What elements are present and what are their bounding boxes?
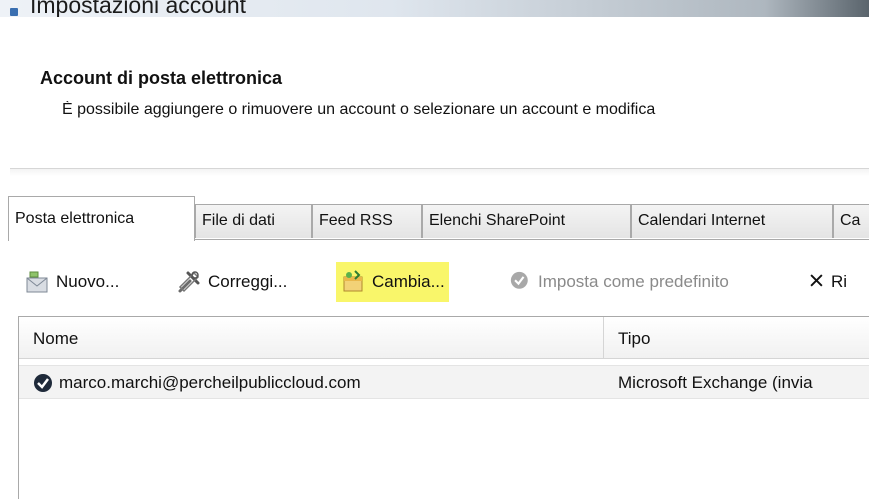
close-icon	[810, 274, 823, 287]
tab-file-di-dati[interactable]: File di dati	[195, 204, 312, 238]
change-account-icon	[343, 270, 363, 292]
tools-icon	[178, 271, 200, 293]
remove-account-label: Ri	[831, 272, 848, 291]
set-default-button[interactable]: Imposta come predefinito	[506, 262, 733, 302]
account-type-cell: Microsoft Exchange (invia	[618, 366, 869, 400]
new-account-label: Nuovo...	[56, 272, 120, 291]
tab-label: Calendari Internet	[638, 212, 766, 229]
app-icon	[10, 8, 18, 16]
set-default-label: Imposta come predefinito	[538, 272, 729, 291]
default-account-check-icon	[34, 374, 52, 392]
table-row[interactable]: marco.marchi@percheilpubliccloud.com Mic…	[19, 365, 869, 399]
new-account-button[interactable]: Nuovo...	[20, 262, 123, 302]
tab-label: File di dati	[202, 212, 275, 229]
column-header-tipo[interactable]: Tipo	[604, 317, 650, 359]
tab-posta-elettronica[interactable]: Posta elettronica	[8, 196, 195, 241]
account-toolbar: Nuovo... Correggi... Cambia... Imposta c…	[20, 262, 869, 302]
new-mail-icon	[26, 271, 48, 293]
accounts-list: Nome Tipo marco.marchi@percheilpublicclo…	[18, 316, 869, 499]
tab-feed-rss[interactable]: Feed RSS	[312, 204, 422, 238]
title-bar: Impostazioni account	[0, 0, 869, 42]
account-type: Microsoft Exchange (invia	[618, 373, 813, 392]
tab-strip: Posta elettronica File di dati Feed RSS …	[8, 196, 869, 241]
title-bar-bottom-edge	[0, 17, 869, 42]
header-separator	[10, 168, 869, 176]
list-header: Nome Tipo	[19, 317, 869, 359]
check-circle-icon	[510, 271, 528, 289]
column-header-nome[interactable]: Nome	[19, 317, 78, 359]
tab-calendari-internet[interactable]: Calendari Internet	[631, 204, 833, 238]
remove-account-button[interactable]: Ri	[804, 262, 851, 302]
repair-account-button[interactable]: Correggi...	[172, 262, 291, 302]
change-account-label: Cambia...	[372, 272, 445, 291]
tab-label: Posta elettronica	[15, 210, 135, 227]
account-name-cell: marco.marchi@percheilpubliccloud.com	[33, 366, 593, 400]
tab-label: Ca	[840, 212, 861, 229]
account-name: marco.marchi@percheilpubliccloud.com	[59, 373, 361, 392]
repair-account-label: Correggi...	[208, 272, 288, 291]
tab-elenchi-sharepoint[interactable]: Elenchi SharePoint	[422, 204, 631, 238]
tab-calendari-pubblicati[interactable]: Ca	[833, 204, 869, 238]
change-account-button[interactable]: Cambia...	[336, 262, 449, 302]
tab-label: Elenchi SharePoint	[429, 212, 566, 229]
section-heading: Account di posta elettronica	[40, 68, 283, 88]
section-description: È possibile aggiungere o rimuovere un ac…	[62, 101, 656, 118]
tab-label: Feed RSS	[319, 212, 393, 229]
